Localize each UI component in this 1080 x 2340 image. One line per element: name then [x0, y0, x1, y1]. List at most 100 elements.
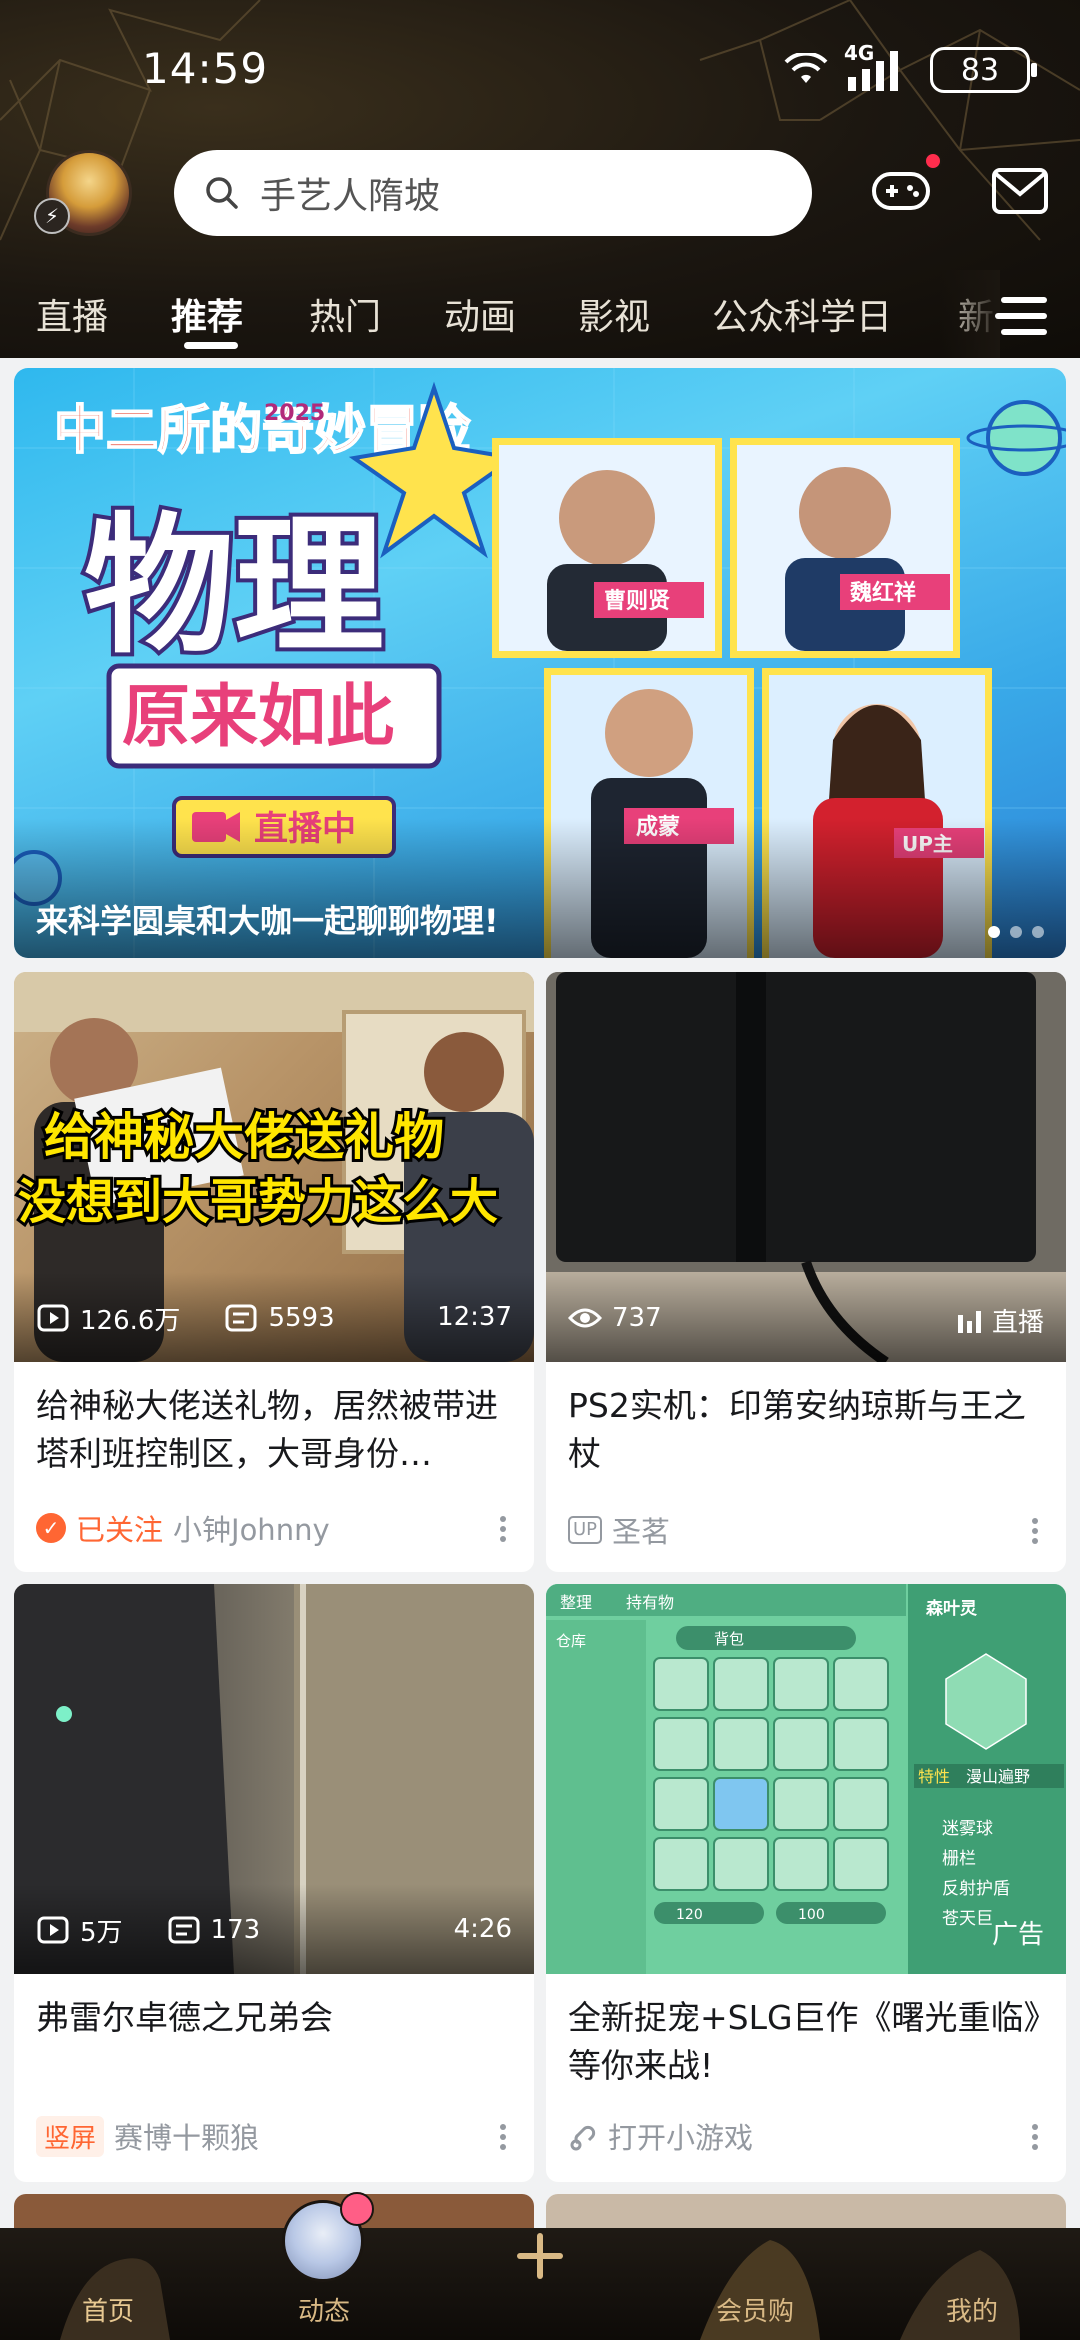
video-title: 给神秘大佬送礼物，居然被带进塔利班控制区，大哥身份… [36, 1386, 498, 1473]
danmaku-icon [168, 1916, 200, 1944]
game-tab-1: 整理 [560, 1593, 592, 1612]
live-stats: 737 [568, 1298, 662, 1338]
view-count: 5万 [80, 1917, 123, 1948]
video-card[interactable]: 5万 173 4:26 弗雷尔卓德之兄弟会 竖屏 赛博十颗狼 [14, 1584, 534, 2182]
game-tab-2: 持有物 [626, 1593, 674, 1612]
guest-2-name: 魏红祥 [849, 580, 916, 606]
view-count: 126.6万 [80, 1305, 181, 1336]
battery-level: 83 [960, 52, 1000, 88]
live-bars-icon [957, 1310, 981, 1333]
carousel-dot[interactable] [1010, 926, 1022, 938]
cellular-signal-icon: 4G [844, 41, 914, 93]
tab-recommend[interactable]: 推荐 [171, 288, 243, 340]
author-name[interactable]: 赛博十颗狼 [114, 2115, 259, 2157]
video-duration: 4:26 [453, 1914, 512, 1944]
video-author-row: ✓ 已关注 小钟Johnny [36, 1508, 330, 1548]
carousel-dot[interactable] [1032, 926, 1044, 938]
author-name[interactable]: 小钟Johnny [173, 1507, 330, 1549]
danmaku-count: 5593 [268, 1303, 335, 1333]
plus-icon[interactable] [510, 2226, 570, 2286]
up-icon: UP [568, 1516, 603, 1544]
live-badge-icon [340, 2192, 374, 2226]
nav-home[interactable]: 首页 [66, 2228, 150, 2340]
thumbnail-headline-1: 给神秘大佬送礼物 [44, 1108, 444, 1166]
video-thumbnail: 给神秘大佬送礼物 没想到大哥势力这么大 126.6万 5593 12:37 [14, 972, 534, 1362]
video-stats: 126.6万 5593 [36, 1298, 335, 1338]
search-bar[interactable]: 手艺人隋坡 [174, 150, 812, 236]
live-status: 直播 [956, 1302, 1044, 1339]
play-count-icon [37, 1304, 69, 1332]
game-bag: 背包 [714, 1630, 744, 1648]
carousel-dot[interactable] [988, 926, 1000, 938]
author-name[interactable]: 圣茗 [612, 1509, 670, 1551]
tab-live[interactable]: 直播 [36, 288, 108, 340]
tab-hot[interactable]: 热门 [309, 288, 381, 340]
category-tabs: 直播 推荐 热门 动画 影视 公众科学日 新 [0, 270, 1080, 358]
ad-thumbnail: 整理 持有物 仓库 背包 120 100 森叶灵 特性 漫山遍野 迷雾球 栅栏 [546, 1584, 1066, 1974]
lightning-icon: ⚡ [34, 198, 70, 234]
nav-profile[interactable]: 我的 [930, 2228, 1014, 2340]
menu-icon[interactable] [994, 292, 1050, 340]
game-counter-2: 100 [798, 1907, 825, 1923]
more-options-icon[interactable] [498, 1514, 508, 1544]
game-skill-2: 栅栏 [942, 1849, 976, 1869]
game-skill-4: 苍天巨 [942, 1909, 993, 1929]
mail-icon[interactable] [990, 164, 1050, 220]
battery-indicator: 83 [930, 47, 1037, 93]
tab-anime[interactable]: 动画 [444, 288, 516, 340]
search-icon [206, 177, 238, 209]
search-placeholder: 手艺人隋坡 [260, 176, 441, 217]
ad-title: 全新捉宠+SLG巨作《曙光重临》等你来战! [568, 1998, 1041, 2085]
top-header: 14:59 4G 83 ⚡ 手艺人隋坡 直播 推荐 热门 动画 影视 公众科学日 [0, 0, 1080, 358]
game-skill-1: 迷雾球 [942, 1819, 993, 1839]
live-viewer-count: 737 [612, 1303, 662, 1333]
open-minigame-link[interactable]: 打开小游戏 [608, 2115, 753, 2157]
game-trait-label: 特性 [918, 1767, 950, 1786]
banner-subtitle: 原来如此 [122, 678, 394, 757]
banner-caption: 来科学圆桌和大咖一起聊聊物理! [36, 902, 499, 940]
eye-icon [568, 1308, 602, 1328]
ad-card[interactable]: 整理 持有物 仓库 背包 120 100 森叶灵 特性 漫山遍野 迷雾球 栅栏 [546, 1584, 1066, 2182]
ad-label: 广告 [991, 1920, 1044, 1950]
carousel-dots [988, 926, 1044, 938]
play-count-icon [37, 1916, 69, 1944]
more-options-icon[interactable] [1030, 2122, 1040, 2152]
live-card[interactable]: 737 直播 PS2实机：印第安纳琼斯与王之杖 UP 圣茗 [546, 972, 1066, 1572]
status-time: 14:59 [142, 44, 269, 93]
nav-shop-label: 会员购 [715, 2297, 794, 2327]
followed-check-icon: ✓ [36, 1513, 66, 1543]
tab-film[interactable]: 影视 [578, 288, 650, 340]
vertical-tag: 竖屏 [36, 2115, 105, 2157]
active-tab-indicator [184, 342, 238, 349]
banner-carousel[interactable]: 中二所的奇妙冒险 2025 物理 原来如此 直播中 曹则贤 [14, 368, 1066, 958]
more-options-icon[interactable] [1030, 1516, 1040, 1546]
status-bar: 14:59 4G 83 [0, 0, 1080, 140]
tab-science-day[interactable]: 公众科学日 [712, 288, 892, 340]
nav-home-label: 首页 [81, 2297, 134, 2327]
video-stats: 5万 173 [36, 1910, 260, 1950]
gamepad-icon[interactable] [870, 160, 932, 222]
ad-meta-row[interactable]: 打开小游戏 [568, 2116, 753, 2156]
live-author-row: UP 圣茗 [568, 1510, 670, 1550]
more-options-icon[interactable] [498, 2122, 508, 2152]
danmaku-count: 173 [210, 1915, 261, 1945]
live-thumbnail: 737 直播 [546, 972, 1066, 1362]
nav-profile-label: 我的 [945, 2297, 998, 2327]
guest-1-name: 曹则贤 [604, 588, 670, 614]
nav-shop[interactable]: 会员购 [700, 2228, 810, 2340]
followed-label: 已关注 [76, 1513, 164, 1547]
wifi-icon [784, 53, 828, 83]
video-thumbnail: 5万 173 4:26 [14, 1584, 534, 1974]
nav-dynamic-label: 动态 [297, 2297, 350, 2327]
video-card[interactable]: 给神秘大佬送礼物 没想到大哥势力这么大 126.6万 5593 12:37 给神… [14, 972, 534, 1572]
game-creature: 森叶灵 [926, 1598, 978, 1619]
video-author-row: 竖屏 赛博十颗狼 [36, 2115, 259, 2157]
game-counter-1: 120 [676, 1907, 703, 1923]
danmaku-icon [225, 1304, 257, 1332]
game-trait: 漫山遍野 [966, 1767, 1030, 1786]
notification-dot [924, 152, 942, 170]
link-icon [570, 2125, 596, 2151]
banner-title: 物理 [84, 500, 384, 674]
game-store: 仓库 [556, 1632, 586, 1650]
live-label: 直播 [991, 1308, 1044, 1338]
